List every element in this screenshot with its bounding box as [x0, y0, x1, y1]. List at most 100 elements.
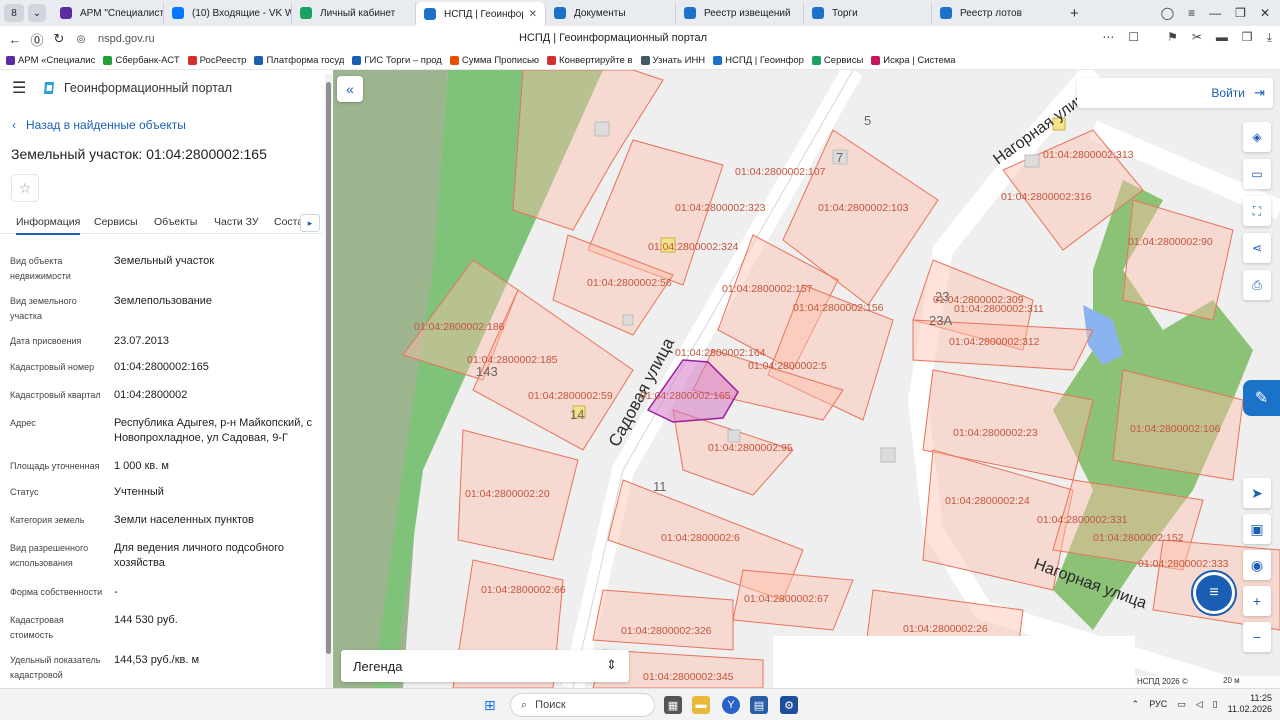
geolocation-icon[interactable]: ➤: [1243, 478, 1271, 508]
browser-tab[interactable]: Реестр извещений: [676, 2, 804, 24]
house-number: 14: [570, 407, 584, 422]
bookmark-item[interactable]: Сервисы: [811, 55, 863, 66]
new-tab-icon[interactable]: +: [1070, 5, 1079, 22]
legend-dropdown[interactable]: Легенда ⇕: [341, 650, 629, 682]
login-button[interactable]: Войти: [1211, 86, 1245, 100]
house-number: 11: [653, 479, 667, 494]
zoom-in-icon[interactable]: +: [1243, 586, 1271, 616]
tab-services[interactable]: Сервисы: [94, 216, 138, 228]
login-bar[interactable]: Войти ⇥: [1077, 78, 1273, 108]
tabs-scroll-right-icon[interactable]: ▸: [300, 214, 320, 232]
bookmark-item[interactable]: Узнать ИНН: [640, 55, 705, 66]
tray-chevron-icon[interactable]: ⌃: [1132, 699, 1140, 710]
battery-icon[interactable]: ▯: [1213, 699, 1218, 710]
parcel-label: 01:04:2800002:311: [954, 303, 1044, 315]
parcel-label: 01:04:2800002:323: [675, 202, 766, 214]
back-to-results-link[interactable]: ‹ Назад в найденные объекты: [12, 118, 186, 132]
collapse-panel-icon[interactable]: «: [337, 76, 363, 102]
parcel-label: 01:04:2800002:185: [467, 354, 558, 366]
hamburger-menu-icon[interactable]: ☰: [12, 78, 36, 98]
favorite-star-icon[interactable]: ☆: [11, 174, 39, 202]
clock[interactable]: 11:25 11.02.2026: [1228, 693, 1272, 715]
info-tabs: Информация Сервисы Объекты Части ЗУ Сост…: [0, 212, 322, 235]
browser-tab[interactable]: АРМ "Специалист": [52, 2, 164, 24]
house-number: 23А: [929, 313, 952, 328]
extension-icon[interactable]: ⚑: [1167, 30, 1178, 45]
shield-icon[interactable]: ▬: [1216, 30, 1228, 45]
volume-icon[interactable]: ◁: [1196, 699, 1203, 710]
yandex-browser-icon[interactable]: Y: [722, 696, 740, 714]
browser-tab[interactable]: Реестр лотов: [932, 2, 1062, 24]
browser-tab[interactable]: Личный кабинет: [292, 2, 416, 24]
bookmark-item[interactable]: Платформа госуд: [254, 55, 344, 66]
panel-scrollbar[interactable]: [325, 74, 332, 690]
parcel-label: 01:04:2800002:24: [945, 495, 1030, 507]
more-icon[interactable]: ⋯: [1102, 30, 1114, 45]
bookmarks-bar: АРМ «Специалис Сбербанк-АСТ РосРеестр Пл…: [0, 52, 1280, 70]
page-title: НСПД | Геоинформационный портал: [518, 32, 708, 44]
tab-list-chevron-icon[interactable]: ⌄: [28, 4, 46, 22]
profile-icon[interactable]: ◯: [1161, 6, 1174, 20]
parcel-label: 01:04:2800002:186: [414, 321, 505, 333]
minimap-icon[interactable]: ▣: [1243, 514, 1271, 544]
menu-icon[interactable]: ≡: [1188, 6, 1195, 20]
bookmark-item[interactable]: Сумма Прописью: [449, 55, 539, 66]
bookmark-item[interactable]: Конвертируйте в: [547, 55, 633, 66]
bookmark-item[interactable]: АРМ «Специалис: [6, 55, 95, 66]
parcel-label: 01:04:2800002:324: [648, 241, 739, 253]
select-area-icon[interactable]: ⛶: [1243, 196, 1271, 226]
bookmark-item[interactable]: Сбербанк-АСТ: [103, 55, 180, 66]
address-bar: ← ⓪ ↻ ◎ nspd.gov.ru НСПД | Геоинформацио…: [0, 26, 1280, 52]
bookmark-item[interactable]: Искра | Система: [871, 55, 956, 66]
close-window-icon[interactable]: ✕: [1260, 6, 1270, 20]
location-pin-icon[interactable]: ◉: [1243, 550, 1271, 580]
print-icon[interactable]: ⎙: [1243, 270, 1271, 300]
cadastral-map[interactable]: Садовая улица Нагорная улица Нагорная ул…: [333, 70, 1280, 688]
tab-information[interactable]: Информация: [16, 216, 81, 235]
layers-icon[interactable]: ◈: [1243, 122, 1271, 152]
parcel-label: 01:04:2800002:313: [1043, 149, 1134, 161]
bookmark-favicon-icon: [640, 56, 650, 65]
task-view-icon[interactable]: ▦: [664, 696, 682, 714]
taskbar-search[interactable]: ⌕ Поиск: [510, 693, 655, 717]
parcel-label: 01:04:2800002:326: [621, 625, 712, 637]
language-indicator[interactable]: РУС: [1149, 699, 1167, 709]
tools-icon[interactable]: ✂: [1192, 30, 1202, 45]
file-explorer-icon[interactable]: ▬: [692, 696, 710, 714]
browser-tab[interactable]: Торги: [804, 2, 932, 24]
network-icon[interactable]: ▭: [1177, 699, 1186, 710]
browser-tab[interactable]: Документы: [546, 2, 676, 24]
ruler-icon[interactable]: ▭: [1243, 159, 1271, 189]
downloads-icon[interactable]: ⤓: [1267, 30, 1272, 45]
legend-label: Легенда: [353, 659, 403, 674]
scrollbar-thumb[interactable]: [326, 82, 331, 654]
bookmark-favicon-icon: [254, 56, 264, 65]
house-number: 5: [864, 113, 871, 128]
bookmark-item[interactable]: РосРеестр: [187, 55, 246, 66]
chat-menu-icon[interactable]: ≡: [1193, 572, 1235, 614]
object-info-panel: ☰ Геоинформационный портал ‹ Назад в найд…: [0, 70, 333, 688]
bookmark-item[interactable]: НСПД | Геоинфор: [713, 55, 804, 66]
tab-objects[interactable]: Объекты: [154, 216, 197, 228]
browser-tab[interactable]: (10) Входящие - VK Work: [164, 2, 292, 24]
parcel-label: 01:04:2800002:333: [1138, 558, 1229, 570]
bookmark-icon[interactable]: ☐: [1128, 30, 1139, 45]
browser-tab-active[interactable]: НСПД | Геоинформационный портал✕: [416, 2, 546, 26]
tab-count-badge[interactable]: 8: [4, 4, 24, 22]
collections-icon[interactable]: ❒: [1242, 30, 1253, 45]
minimize-icon[interactable]: —: [1209, 6, 1221, 20]
system-tray: ⌃ РУС ▭ ◁ ▯ 11:25 11.02.2026: [1132, 693, 1272, 715]
tab-parts[interactable]: Части ЗУ: [214, 216, 259, 228]
assistant-badge-icon[interactable]: ✎: [1243, 380, 1280, 416]
app-icon[interactable]: ▤: [750, 696, 768, 714]
tab-composition[interactable]: Соста: [274, 216, 300, 228]
tab-favicon-icon: [60, 7, 72, 19]
bookmark-item[interactable]: ГИС Торги – прод: [352, 55, 442, 66]
close-tab-icon[interactable]: ✕: [529, 9, 537, 20]
house-number: 7: [836, 150, 843, 165]
share-icon[interactable]: ⋖: [1243, 233, 1271, 263]
windows-start-icon[interactable]: ⊞: [484, 697, 500, 713]
restore-icon[interactable]: ❐: [1235, 6, 1246, 20]
zoom-out-icon[interactable]: −: [1243, 622, 1271, 652]
app-icon[interactable]: ⚙: [780, 696, 798, 714]
